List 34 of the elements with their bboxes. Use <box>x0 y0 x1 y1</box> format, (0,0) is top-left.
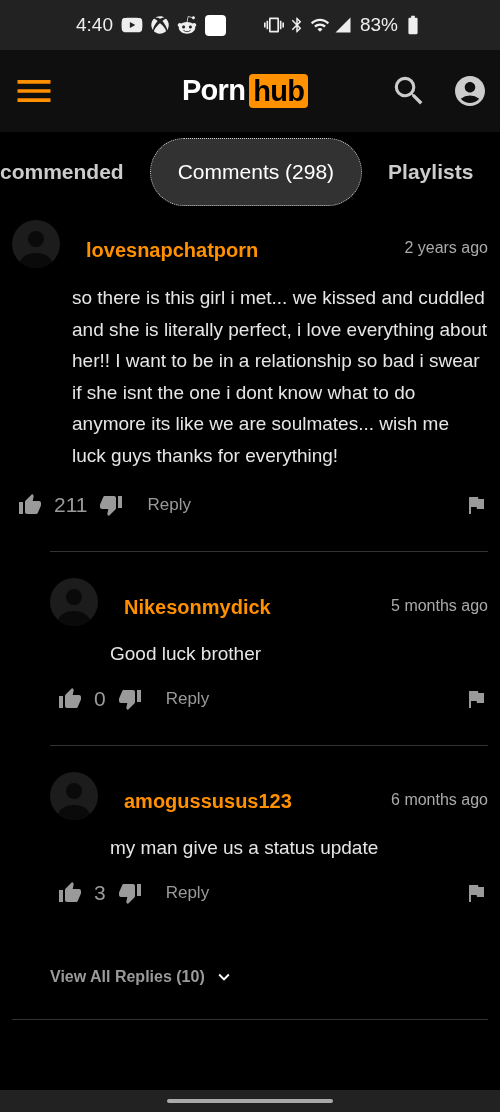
game-app-icon <box>151 16 169 34</box>
like-count: 211 <box>54 492 88 518</box>
alien-app-icon <box>177 15 197 35</box>
signal-icon <box>333 16 352 34</box>
vibrate-icon <box>263 15 284 35</box>
like-count: 3 <box>94 880 106 906</box>
status-time: 4:40 <box>76 12 113 37</box>
thumbs-up-icon[interactable] <box>18 492 42 517</box>
battery-percent: 83% <box>359 12 398 37</box>
avatar-icon <box>12 220 60 268</box>
timestamp: 6 months ago <box>391 789 488 810</box>
tab[interactable]: Playlists <box>388 156 474 188</box>
avatar-icon <box>50 771 98 820</box>
thumbs-up-icon[interactable] <box>58 686 82 711</box>
comment-text: so there is this girl i met... we kissed and cuddled and she is literally perfect, i love everything about her!! I want to be in a relationship so bad i swear if she isnt the one i dont know what to do anymore its like we are soulmates... wish me luck guys thanks for everything! <box>72 286 488 468</box>
username[interactable]: Nikesonmydick <box>124 591 271 622</box>
thumbs-up-icon[interactable] <box>58 880 82 905</box>
view-replies-button[interactable]: View All Replies (10) <box>50 964 235 989</box>
timestamp: 2 years ago <box>404 238 488 258</box>
reply-button[interactable]: Reply <box>165 880 210 906</box>
username[interactable]: amogussusus123 <box>124 785 292 816</box>
comment-text: my man give us a status update <box>110 835 380 860</box>
account-icon[interactable] <box>452 73 488 109</box>
timestamp: 5 months ago <box>391 595 488 616</box>
app-icon <box>205 14 226 36</box>
tab[interactable]: commended <box>0 156 124 188</box>
username[interactable]: lovesnapchatporn <box>86 235 259 265</box>
like-count: 0 <box>94 686 106 712</box>
tab[interactable]: Comments (298) <box>149 138 363 206</box>
reply-button[interactable]: Reply <box>165 686 210 712</box>
comment-text: Good luck brother <box>110 641 263 666</box>
reply-button[interactable]: Reply <box>147 492 191 518</box>
site-logo[interactable]: Porn hub <box>182 69 309 113</box>
avatar-icon <box>50 577 98 626</box>
